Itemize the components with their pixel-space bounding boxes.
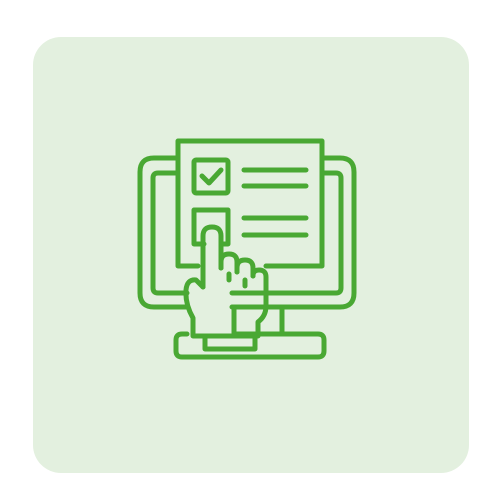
online-survey-checklist-icon	[137, 138, 357, 360]
checked-checkbox-icon	[191, 157, 231, 196]
